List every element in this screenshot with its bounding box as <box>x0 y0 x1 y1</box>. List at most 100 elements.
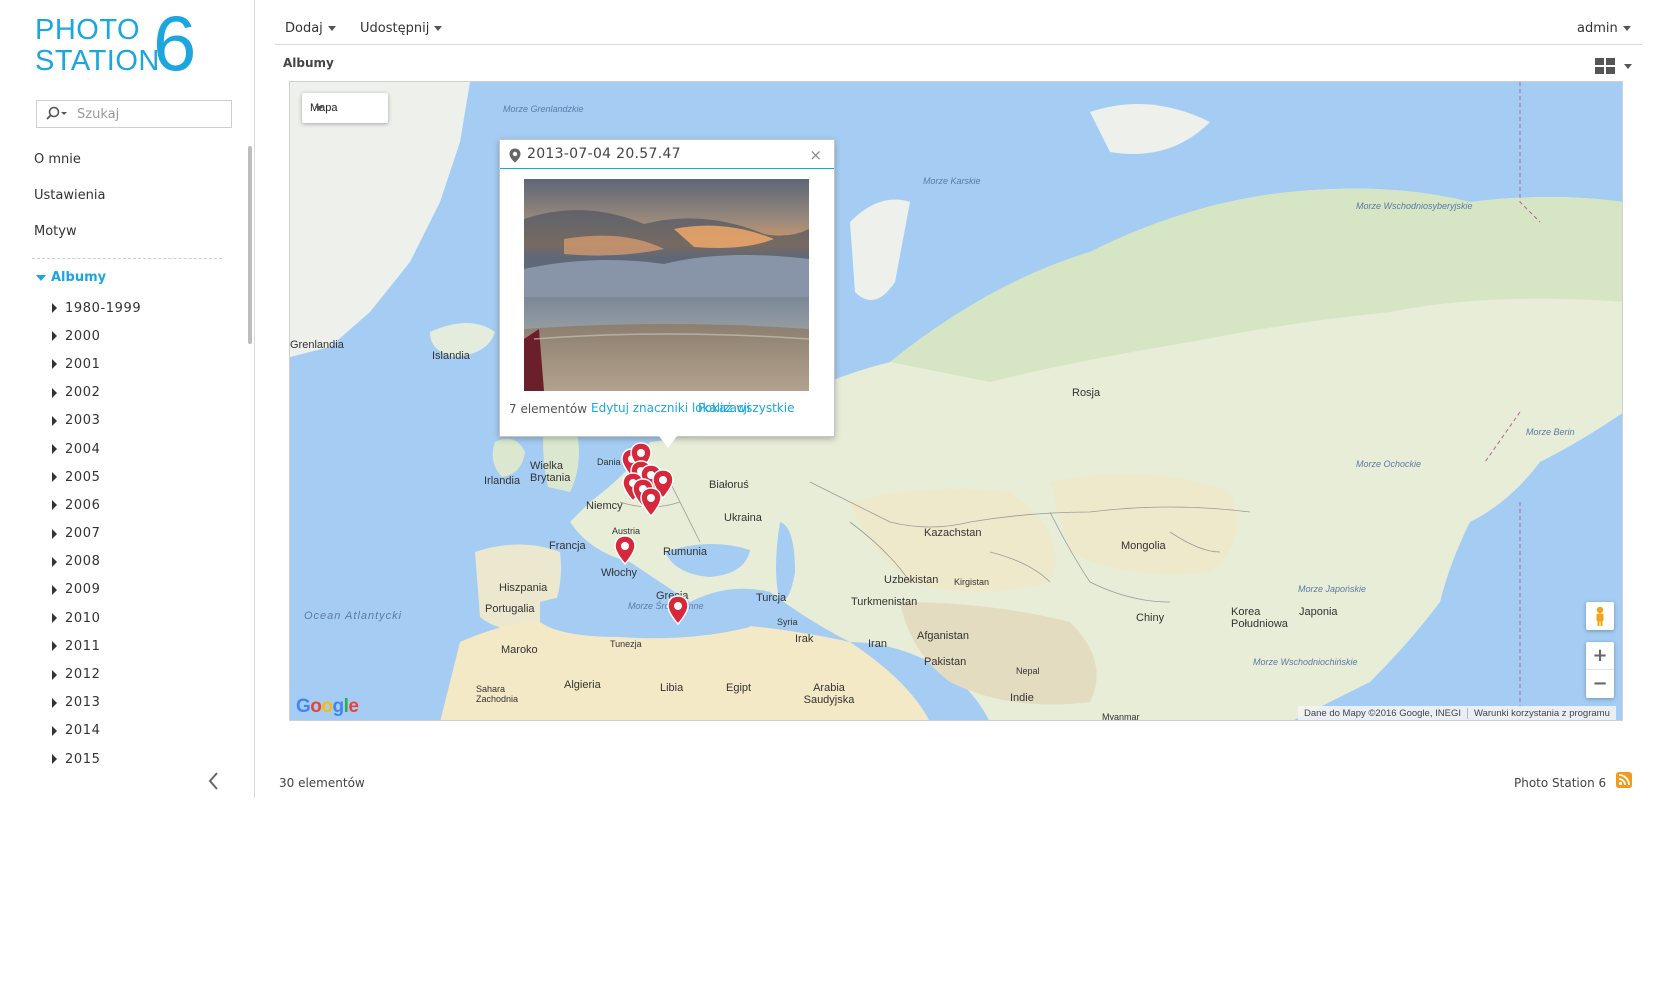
map-type-select[interactable]: Mapa <box>302 93 388 123</box>
share-menu-button[interactable]: Udostępnij <box>360 21 443 36</box>
map-label-country: Rumunia <box>663 546 708 558</box>
add-menu-button[interactable]: Dodaj <box>285 21 336 36</box>
map-label-country: Japonia <box>1299 606 1338 618</box>
show-all-link[interactable]: Pokaż wszystkie <box>698 401 794 415</box>
map-label-sea: Morze Śródziemne <box>628 601 704 611</box>
rss-feed-icon[interactable] <box>1616 772 1632 788</box>
map-terms-link[interactable]: Warunki korzystania z programu <box>1468 708 1616 719</box>
zoom-in-button[interactable]: + <box>1586 642 1614 670</box>
album-year-item[interactable]: 2014 <box>52 717 141 745</box>
user-menu-button[interactable]: admin <box>1577 21 1631 36</box>
add-menu-label: Dodaj <box>285 21 323 36</box>
album-year-item[interactable]: 2006 <box>52 491 141 519</box>
map-label-country: Niemcy <box>586 500 623 512</box>
search-input[interactable] <box>77 104 227 124</box>
albums-label: Albumy <box>51 270 107 285</box>
sidebar-scrollbar[interactable] <box>248 146 252 344</box>
expand-arrow-icon[interactable] <box>52 556 57 567</box>
map-label-country: Afganistan <box>917 630 969 642</box>
expand-arrow-icon[interactable] <box>52 472 57 483</box>
map-label-country: Islandia <box>432 350 470 362</box>
expand-arrow-icon[interactable] <box>52 303 57 314</box>
map-label-country: Libia <box>660 682 684 694</box>
album-year-label: 2011 <box>65 638 101 654</box>
expand-arrow-icon[interactable] <box>52 669 57 680</box>
pegman-icon <box>1596 606 1604 626</box>
album-year-label: 2000 <box>65 328 101 344</box>
photo-thumbnail[interactable] <box>524 179 809 391</box>
album-year-item[interactable]: 2011 <box>52 632 141 660</box>
map-label-country: Białoruś <box>709 479 749 491</box>
expand-arrow-icon[interactable] <box>52 359 57 370</box>
map-view[interactable]: Morze Grenlandzkie Morze Karskie Morze W… <box>289 81 1623 721</box>
sidebar: PHOTO STATION 6 O mnie Ustawienia Motyw … <box>0 0 255 798</box>
map-info-popup: 2013-07-04 20.57.47 × 7 elementów Edytuj… <box>499 139 835 448</box>
sidebar-item-theme[interactable]: Motyw <box>34 222 224 258</box>
search-icon[interactable] <box>45 106 69 122</box>
map-marker-icon[interactable] <box>667 595 689 625</box>
album-year-item[interactable]: 2004 <box>52 435 141 463</box>
map-label-country: Maroko <box>501 644 538 656</box>
sidebar-item-albums[interactable]: Albumy <box>36 270 106 285</box>
album-year-item[interactable]: 2008 <box>52 548 141 576</box>
footer-brand: Photo Station 6 <box>1514 776 1607 790</box>
album-year-item[interactable]: 2009 <box>52 576 141 604</box>
view-mode-button[interactable] <box>1594 56 1634 76</box>
album-year-label: 2009 <box>65 582 101 598</box>
album-year-item[interactable]: 2005 <box>52 463 141 491</box>
album-year-item[interactable]: 1980-1999 <box>52 294 141 322</box>
expand-arrow-icon[interactable] <box>52 387 57 398</box>
album-year-item[interactable]: 2012 <box>52 660 141 688</box>
caret-down-icon <box>434 26 443 31</box>
expand-arrow-icon[interactable] <box>52 500 57 511</box>
expand-arrow-icon[interactable] <box>52 584 57 595</box>
street-view-button[interactable] <box>1586 602 1614 630</box>
google-logo[interactable]: Google <box>296 696 359 718</box>
map-label-country: Grenlandia <box>290 339 344 351</box>
caret-down-icon <box>1624 63 1632 69</box>
map-label-country: Pakistan <box>924 656 967 668</box>
map-label-country: Irak <box>795 633 814 645</box>
item-count: 30 elementów <box>279 776 365 790</box>
album-year-label: 2006 <box>65 497 101 513</box>
expand-arrow-icon[interactable] <box>52 641 57 652</box>
zoom-control: + − <box>1586 642 1614 698</box>
zoom-out-button[interactable]: − <box>1586 670 1614 698</box>
map-label-country: Hiszpania <box>499 582 548 594</box>
album-year-item[interactable]: 2013 <box>52 689 141 717</box>
close-icon[interactable]: × <box>809 146 822 164</box>
search-box[interactable] <box>36 100 232 128</box>
expand-arrow-icon[interactable] <box>52 725 57 736</box>
map-label-sea: Morze Wschodniochińskie <box>1253 657 1358 667</box>
album-year-label: 2010 <box>65 610 101 626</box>
expand-arrow-icon[interactable] <box>52 613 57 624</box>
map-marker-icon[interactable] <box>614 535 636 565</box>
album-year-item[interactable]: 2002 <box>52 379 141 407</box>
album-year-item[interactable]: 2007 <box>52 520 141 548</box>
expand-arrow-icon[interactable] <box>52 528 57 539</box>
album-year-item[interactable]: 2015 <box>52 745 141 773</box>
expand-arrow-icon[interactable] <box>52 444 57 455</box>
share-menu-label: Udostępnij <box>360 21 430 36</box>
chevron-down-icon <box>36 274 46 281</box>
map-label-country: Mongolia <box>1121 540 1166 552</box>
expand-arrow-icon[interactable] <box>52 754 57 765</box>
photo-station-logo[interactable]: PHOTO STATION 6 <box>35 4 205 84</box>
map-label-country: Arabia Saudyjska <box>803 682 855 706</box>
album-year-item[interactable]: 2010 <box>52 604 141 632</box>
user-menu-label: admin <box>1577 21 1618 36</box>
expand-arrow-icon[interactable] <box>52 415 57 426</box>
sidebar-divider <box>32 258 222 259</box>
album-year-item[interactable]: 2003 <box>52 407 141 435</box>
map-label-sea: Morze Japońskie <box>1298 584 1367 594</box>
expand-arrow-icon[interactable] <box>52 331 57 342</box>
sidebar-item-about[interactable]: O mnie <box>34 150 224 186</box>
album-year-item[interactable]: 2001 <box>52 350 141 378</box>
map-label-country: Kazachstan <box>924 527 982 539</box>
map-marker-icon[interactable] <box>640 487 662 517</box>
expand-arrow-icon[interactable] <box>52 697 57 708</box>
popup-header: 2013-07-04 20.57.47 × <box>500 140 834 169</box>
collapse-sidebar-icon[interactable] <box>206 770 222 792</box>
album-year-item[interactable]: 2000 <box>52 322 141 350</box>
sidebar-item-settings[interactable]: Ustawienia <box>34 186 224 222</box>
